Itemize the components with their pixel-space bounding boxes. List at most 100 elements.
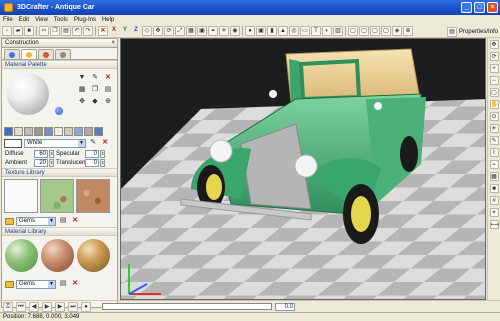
menu-view[interactable]: View [35,17,48,23]
save-icon[interactable]: ■ [24,26,34,36]
maximize-button[interactable]: □ [474,2,485,13]
browse-icon[interactable]: ▤ [58,216,68,226]
view-perspective-icon[interactable]: ▢ [381,26,391,36]
previous-frame-icon[interactable]: ◀ [29,301,39,312]
light-bulb-icon[interactable]: ☀ [489,124,499,133]
mode-wrap-button[interactable] [84,127,93,136]
apply-material-icon[interactable]: ◆ [90,97,100,107]
light-icon[interactable]: ☀ [219,26,229,36]
next-frame-icon[interactable]: ▶ [55,301,65,312]
menu-tools[interactable]: Tools [54,17,68,23]
color-swatch[interactable] [4,138,22,148]
mode-reflect-button[interactable] [34,127,43,136]
panel-close-icon[interactable]: × [111,39,115,47]
ambient-input[interactable]: 20 [34,159,48,167]
tab-painting[interactable] [38,49,54,59]
redo-icon[interactable]: ↷ [83,26,93,36]
fast-forward-icon[interactable]: ⏭ [68,301,78,312]
mode-environment-button[interactable] [44,127,53,136]
mode-glow-button[interactable] [64,127,73,136]
axis-x-toggle[interactable]: X [109,26,119,36]
close-button[interactable]: × [487,2,498,13]
menu-edit[interactable]: Edit [19,17,29,23]
shaded-icon[interactable]: ■ [489,184,499,193]
play-icon[interactable]: ▶ [42,301,52,312]
snap-icon[interactable]: ⌖ [489,208,499,217]
menu-help[interactable]: Help [102,17,114,23]
grid-icon[interactable]: # [489,196,499,205]
material-gem-rose[interactable] [41,239,74,272]
new-file-icon[interactable]: ▫ [2,26,12,36]
zoom-icon[interactable]: ⊕ [403,26,413,36]
tab-construction[interactable] [4,49,20,59]
align-icon[interactable]: ▦ [186,26,196,36]
pick-material-icon[interactable]: ⊕ [103,97,113,107]
cylinder-icon[interactable]: ▮ [267,26,277,36]
remove-texture-icon[interactable]: ✕ [70,216,80,226]
frame-input[interactable]: 0.0 [275,302,295,311]
tab-tools[interactable] [55,49,71,59]
material-settings-icon[interactable]: ▤ [103,85,113,95]
fit-view-icon[interactable]: ▢ [489,88,499,97]
undo-icon[interactable]: ↶ [72,26,82,36]
material-preview-sphere[interactable] [7,73,49,115]
lathe-icon[interactable]: ◐ [322,26,332,36]
diffuse-stepper[interactable]: ⇕ [49,150,54,158]
delete-icon[interactable]: ✕ [98,26,108,36]
tab-materials[interactable] [21,49,37,59]
sphere-icon[interactable]: ● [245,26,255,36]
eyedrop-icon[interactable]: ⌁ [489,160,499,169]
copy-icon[interactable]: ❐ [50,26,60,36]
text-tool-icon[interactable]: T [311,26,321,36]
camera-icon[interactable]: ◉ [230,26,240,36]
texture-category-select[interactable]: Gems ▼ [16,216,56,226]
view-top-icon[interactable]: ▢ [359,26,369,36]
move-icon[interactable]: ✥ [153,26,163,36]
zoom-out-icon[interactable]: − [489,76,499,85]
mode-color-button[interactable] [4,127,13,136]
copy-material-icon[interactable]: ❐ [90,85,100,95]
group-icon[interactable]: ▣ [197,26,207,36]
axis-y-toggle[interactable]: Y [120,26,130,36]
minimize-button[interactable]: _ [461,2,472,13]
material-gem-gold[interactable] [77,239,110,272]
render-icon[interactable]: ◈ [392,26,402,36]
view-side-icon[interactable]: ▢ [370,26,380,36]
torus-icon[interactable]: ◎ [289,26,299,36]
material-gem-green[interactable] [5,239,38,272]
menu-plug-ins[interactable]: Plug-Ins [74,17,96,23]
search-icon[interactable]: ⊙ [489,112,499,121]
translucent-input[interactable]: 0 [85,159,99,167]
move-material-icon[interactable]: ✥ [77,97,87,107]
wireframe-icon[interactable]: ▦ [489,172,499,181]
specular-stepper[interactable]: ⇕ [100,150,105,158]
mode-shininess-button[interactable] [74,127,83,136]
rotate-icon[interactable]: ⟳ [164,26,174,36]
cube-icon[interactable]: ▣ [256,26,266,36]
orbit-icon[interactable]: ⟳ [489,52,499,61]
plane-icon[interactable]: ▭ [300,26,310,36]
clear-color-icon[interactable]: ✕ [100,138,110,148]
extrude-icon[interactable]: ▥ [333,26,343,36]
cut-icon[interactable]: ✂ [39,26,49,36]
menu-file[interactable]: File [3,17,13,23]
record-icon[interactable]: ● [81,301,91,312]
material-category-select[interactable]: Gems ▼ [16,279,56,289]
delete-material-icon[interactable]: ✕ [103,73,113,83]
color-name-select[interactable]: White ▼ [24,138,86,148]
open-folder-icon[interactable]: ▰ [13,26,23,36]
select-icon[interactable]: ◇ [142,26,152,36]
eyedropper-icon[interactable]: ✎ [88,138,98,148]
texture-thumb-white[interactable] [4,179,38,213]
mode-texture-button[interactable] [14,127,23,136]
paste-icon[interactable]: ▤ [61,26,71,36]
3d-viewport[interactable] [120,38,486,300]
cone-icon[interactable]: ▲ [278,26,288,36]
translucent-stepper[interactable]: ⇕ [100,159,105,167]
link-icon[interactable]: ⚭ [208,26,218,36]
axis-z-toggle[interactable]: Z [131,26,141,36]
texture-map-icon[interactable]: ▦ [77,85,87,95]
paint-icon[interactable]: ✎ [489,136,499,145]
measure-icon[interactable]: ⟷ [489,220,499,229]
zoom-in-icon[interactable]: + [489,64,499,73]
